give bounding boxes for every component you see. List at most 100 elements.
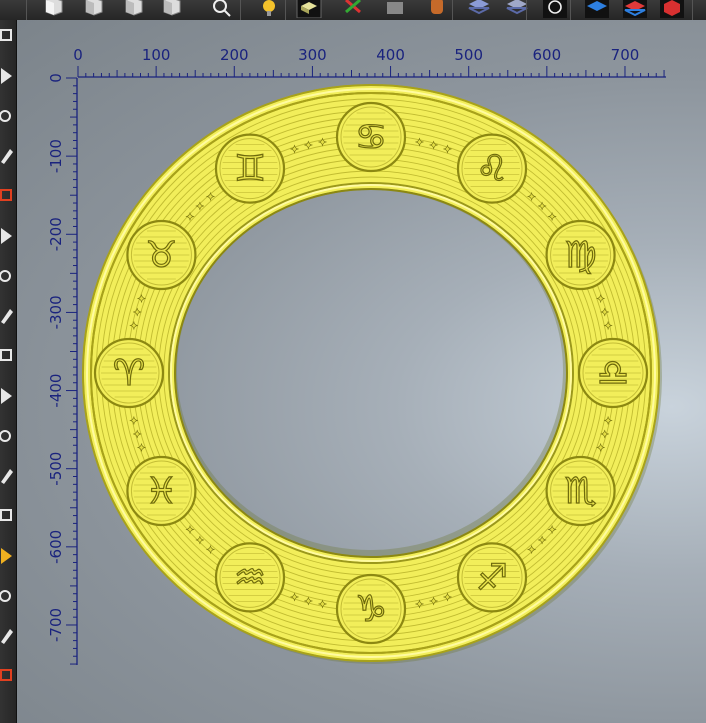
- toolbar-separator: [26, 0, 27, 20]
- toolbar-separator: [452, 0, 453, 20]
- fill-tool-icon[interactable]: [0, 544, 16, 568]
- blue-layer-icon[interactable]: [580, 0, 614, 18]
- pencil-tool-icon[interactable]: [0, 664, 16, 688]
- zoom-icon[interactable]: [205, 0, 239, 18]
- red-layer-icon[interactable]: [618, 0, 652, 18]
- view-left-icon[interactable]: [153, 0, 187, 18]
- ring-star-mark: ✦: [206, 190, 215, 203]
- zodiac-sign-glyph: ♎: [597, 353, 629, 394]
- shield-tool-icon[interactable]: [0, 584, 16, 608]
- zodiac-sign-glyph: ♌: [476, 149, 508, 190]
- view-right-icon[interactable]: [115, 0, 149, 18]
- ruler-y-label: -200: [47, 217, 65, 251]
- toolbar-separator: [240, 0, 241, 20]
- ruler-x-label: 300: [298, 46, 327, 64]
- ring-star-mark: ✦: [547, 524, 556, 537]
- ring-star-mark: ✦: [538, 200, 547, 213]
- relief-edit-icon[interactable]: [337, 0, 371, 18]
- ring-star-mark: ✦: [603, 414, 612, 427]
- 3d-viewport[interactable]: 0 100 200 300 400 500 600 700 0 -100 -200 -300 -400…: [17, 20, 706, 723]
- lighting-icon[interactable]: [252, 0, 286, 18]
- left-tool-palette: [0, 20, 17, 723]
- circle-tool-icon[interactable]: [0, 384, 16, 408]
- ring-star-mark: ✦: [596, 442, 605, 455]
- toolbar-separator: [526, 0, 527, 20]
- polyline-tool-icon[interactable]: [0, 504, 16, 528]
- ruler-y-label: 0: [47, 73, 65, 83]
- ruler-x-label: 0: [73, 46, 83, 64]
- transform-tool-icon[interactable]: [0, 144, 16, 168]
- reset-view-icon[interactable]: [538, 0, 572, 18]
- ring-star-mark: ✦: [185, 524, 194, 537]
- ring-star-mark: ✦: [137, 292, 146, 305]
- move-tool-icon[interactable]: [0, 304, 16, 328]
- ring-star-mark: ✦: [137, 442, 146, 455]
- toolbar-separator: [285, 0, 286, 20]
- zodiac-sign-glyph: ♒: [234, 557, 266, 598]
- red-box-icon[interactable]: [655, 0, 689, 18]
- zodiac-sign-glyph: ♏: [564, 471, 596, 512]
- ruler-y-label: -500: [47, 452, 65, 486]
- ring-star-mark: ✦: [185, 210, 194, 223]
- ring-star-mark: ✦: [133, 428, 142, 441]
- star-tool-icon[interactable]: [0, 424, 16, 448]
- ring-star-mark: ✦: [290, 591, 299, 604]
- ring-star-mark: ✦: [415, 598, 424, 611]
- select-tool-icon[interactable]: [0, 24, 16, 48]
- ring-star-mark: ✦: [318, 598, 327, 611]
- model-icon[interactable]: [378, 0, 412, 18]
- main-toolbar: [0, 0, 706, 21]
- material-icon[interactable]: [420, 0, 454, 18]
- ring-star-mark: ✦: [527, 544, 536, 557]
- ring-star-mark: ✦: [600, 306, 609, 319]
- ring-star-mark: ✦: [527, 190, 536, 203]
- pointer-tool-icon[interactable]: [0, 64, 16, 88]
- ring-star-mark: ✦: [600, 428, 609, 441]
- ruler-x-label: 400: [376, 46, 405, 64]
- relief-scene: 0 100 200 300 400 500 600 700 0 -100 -200 -300 -400…: [47, 46, 666, 665]
- vertical-ruler: 0 -100 -200 -300 -400 -500 -600 -700: [47, 73, 78, 665]
- zodiac-sign-glyph: ♉: [145, 235, 177, 276]
- layer-flat-icon[interactable]: [500, 0, 534, 18]
- zodiac-sign-glyph: ♍: [564, 235, 596, 276]
- ring-star-mark: ✦: [538, 534, 547, 547]
- ring-star-mark: ✦: [133, 306, 142, 319]
- horizontal-ruler: 0 100 200 300 400 500 600 700: [73, 46, 666, 78]
- zodiac-sign-glyph: ♈: [113, 353, 145, 394]
- ring-star-mark: ✦: [290, 143, 299, 156]
- zodiac-ring-relief: ♋ ✦ ✦ ✦ ♌✦✦✦♍✦✦✦♎✦✦✦♏✦✦✦♐✦✦✦♑✦✦✦♒✦✦✦♓✦✦✦♈✦✦✦…: [82, 84, 662, 664]
- ring-star-mark: ✦: [603, 320, 612, 333]
- brush-tool-icon[interactable]: [0, 624, 16, 648]
- ring-star-mark: ✦: [443, 591, 452, 604]
- ring-star-mark: ✦: [304, 595, 313, 608]
- layer-stack-icon[interactable]: [462, 0, 496, 18]
- zodiac-sign-glyph: ♑: [355, 589, 387, 630]
- ring-star-mark: ✦: [547, 210, 556, 223]
- ruler-x-label: 500: [454, 46, 483, 64]
- ring-star-mark: ✦: [318, 136, 327, 149]
- eraser-tool-icon[interactable]: [0, 224, 16, 248]
- curve-tool-icon[interactable]: [0, 104, 16, 128]
- rectangle-tool-icon[interactable]: [0, 344, 16, 368]
- ring-star-mark: ✦: [429, 595, 438, 608]
- relief-shaded-icon[interactable]: [292, 0, 326, 18]
- view-back-icon[interactable]: [75, 0, 109, 18]
- ring-star-mark: ✦: [429, 139, 438, 152]
- view-front-icon[interactable]: [35, 0, 69, 18]
- zodiac-sign-glyph: ♊: [234, 149, 266, 190]
- ring-star-mark: ✦: [129, 320, 138, 333]
- pen-tool-icon[interactable]: [0, 184, 16, 208]
- ring-star-mark: ✦: [443, 143, 452, 156]
- ring-star-mark: ✦: [206, 544, 215, 557]
- ring-star-mark: ✦: [596, 292, 605, 305]
- corner-tool-icon[interactable]: [0, 264, 16, 288]
- arc-tool-icon[interactable]: [0, 464, 16, 488]
- toolbar-separator: [692, 0, 693, 20]
- ring-star-mark: ✦: [195, 534, 204, 547]
- zodiac-sign-glyph: ♐: [476, 557, 508, 598]
- ring-star-mark: ✦: [129, 414, 138, 427]
- ruler-x-label: 200: [220, 46, 249, 64]
- zodiac-sign-glyph: ♋: [355, 117, 387, 158]
- ring-star-mark: ✦: [415, 136, 424, 149]
- ruler-x-label: 600: [533, 46, 562, 64]
